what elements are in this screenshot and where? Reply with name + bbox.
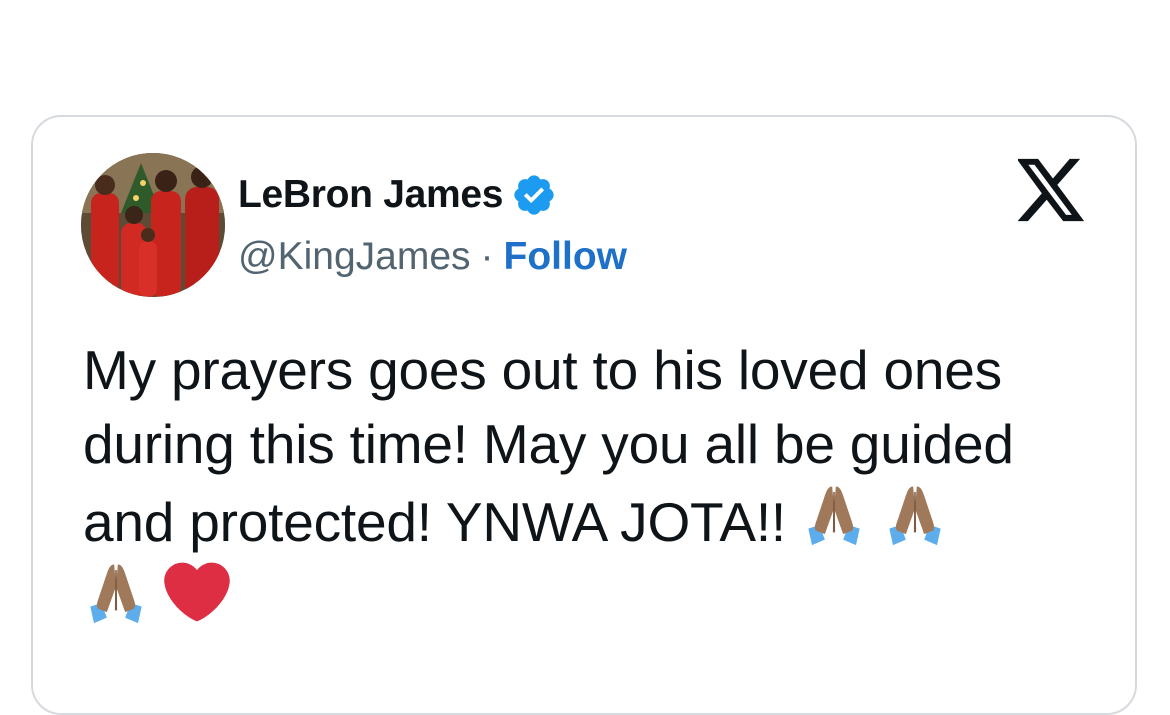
tweet-text: My prayers goes out to his loved ones du… [83,333,1113,637]
separator-dot: · [480,235,494,278]
x-logo-icon[interactable] [1018,158,1086,222]
folded-hands-icon [90,564,142,624]
verified-check-icon [514,175,554,215]
author-display-name[interactable]: LeBron James [238,173,503,217]
avatar-photo [81,153,225,297]
avatar[interactable] [81,153,225,297]
folded-hands-icon [889,486,941,546]
author-name-row: LeBron James [238,171,557,219]
author-handle-row: @KingJames · Follow [238,233,627,281]
folded-hands-icon [808,486,860,546]
tweet-body: My prayers goes out to his loved ones du… [83,339,1014,553]
author-handle[interactable]: @KingJames [238,235,471,279]
red-heart-icon [164,562,230,622]
follow-button[interactable]: Follow [504,235,627,279]
